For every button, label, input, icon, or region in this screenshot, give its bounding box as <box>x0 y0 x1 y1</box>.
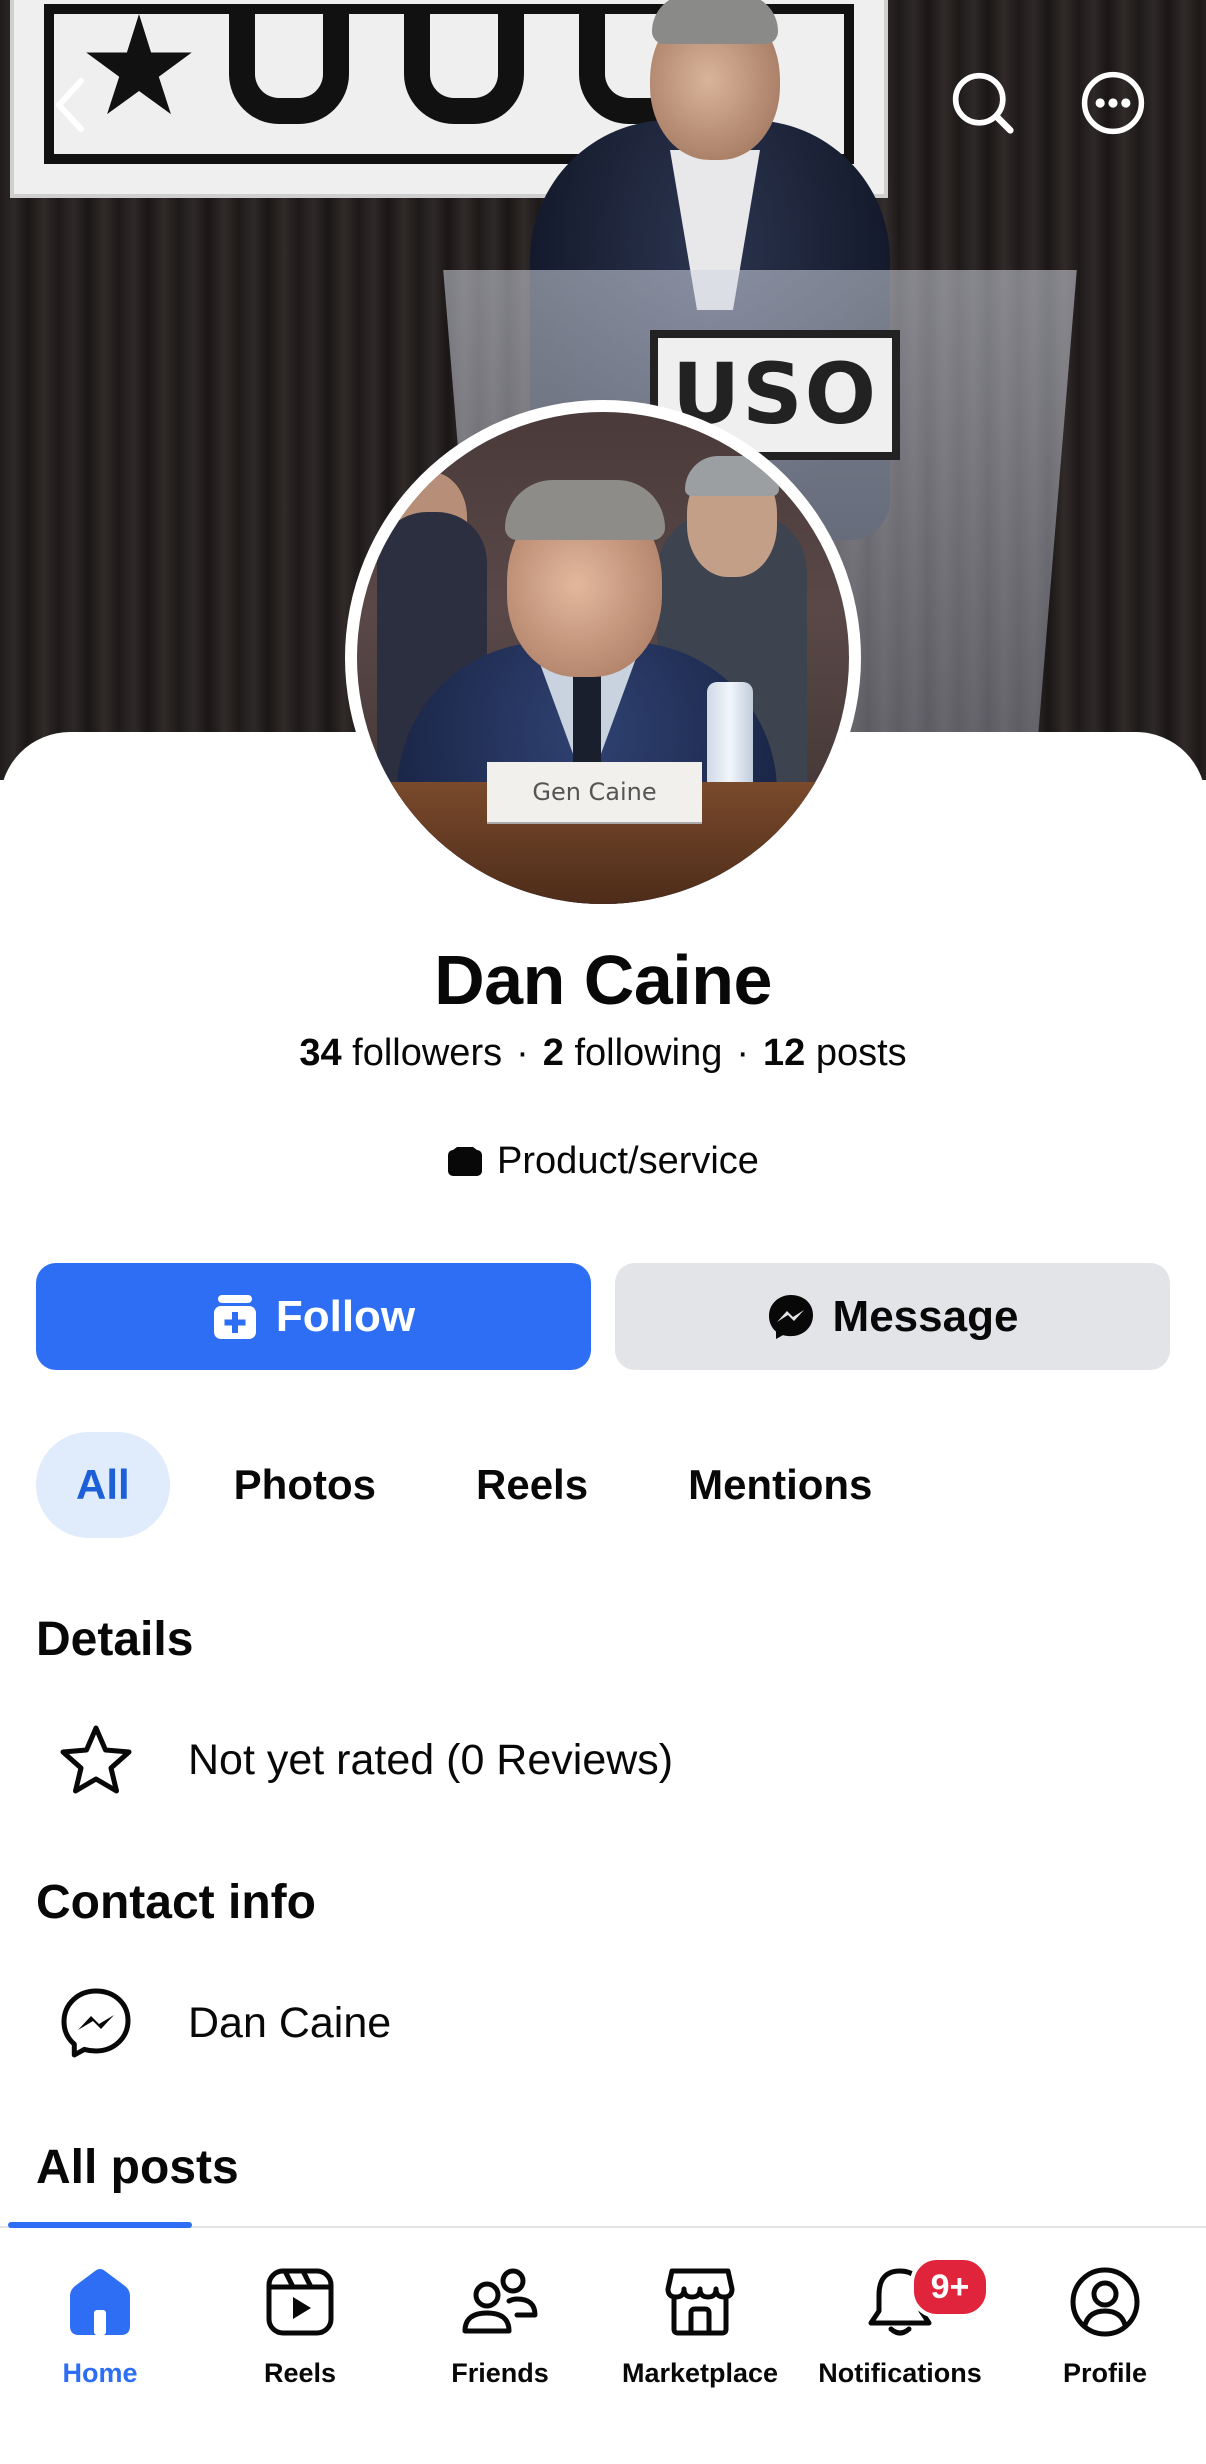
tab-reels-label: Reels <box>263 2358 337 2388</box>
messenger-contact-name: Dan Caine <box>188 1998 392 2047</box>
tab-profile-label: Profile <box>1062 2358 1148 2388</box>
posts-stat[interactable]: 12 posts <box>763 1032 907 1074</box>
tab-marketplace-label: Marketplace <box>621 2358 779 2388</box>
content-filters: All Photos Reels Mentions <box>36 1432 936 1538</box>
tab-friends[interactable]: Friends <box>400 2262 600 2389</box>
message-label: Message <box>832 1291 1019 1341</box>
tab-home[interactable]: Home <box>0 2262 200 2389</box>
tab-marketplace[interactable]: Marketplace <box>600 2262 800 2389</box>
messenger-contact-row[interactable]: Dan Caine <box>56 1983 391 2063</box>
product-icon <box>448 1146 483 1176</box>
filter-all[interactable]: All <box>36 1432 170 1538</box>
chevron-left-icon <box>56 78 84 132</box>
messenger-icon <box>768 1294 813 1339</box>
active-tab-indicator <box>8 2222 192 2228</box>
profile-picture[interactable]: Gen Caine <box>345 400 861 916</box>
follow-label: Follow <box>275 1291 416 1341</box>
back-button[interactable] <box>38 72 104 138</box>
follow-button[interactable]: Follow <box>36 1263 591 1370</box>
following-stat[interactable]: 2 following <box>543 1032 723 1074</box>
profile-category: Product/service <box>0 1140 1206 1183</box>
filter-mentions[interactable]: Mentions <box>652 1432 908 1538</box>
profile-stats: 34 followers · 2 following · 12 posts <box>299 1032 907 1074</box>
tab-reels[interactable]: Reels <box>200 2262 400 2389</box>
messenger-icon <box>61 1988 131 2058</box>
all-posts-title: All posts <box>36 2141 239 2194</box>
filter-reels[interactable]: Reels <box>440 1432 624 1538</box>
reels-icon <box>266 2268 334 2336</box>
tab-friends-label: Friends <box>451 2358 549 2388</box>
star-icon <box>60 1725 132 1794</box>
follow-icon <box>213 1294 256 1339</box>
tab-profile[interactable]: Profile <box>1005 2262 1205 2389</box>
bottom-tab-bar: Home Reels Friends Marketplace 9+ Notifi… <box>0 2222 1206 2464</box>
tab-home-label: Home <box>62 2358 138 2388</box>
search-icon <box>952 72 1014 134</box>
followers-stat[interactable]: 34 followers <box>299 1032 502 1074</box>
tab-notifications[interactable]: 9+ Notifications <box>800 2256 1000 2389</box>
more-button[interactable] <box>1080 70 1146 136</box>
nameplate: Gen Caine <box>487 762 702 822</box>
contact-info-title: Contact info <box>36 1876 316 1929</box>
friends-icon <box>462 2268 538 2334</box>
profile-name: Dan Caine <box>434 941 772 1019</box>
search-button[interactable] <box>950 70 1016 136</box>
category-label: Product/service <box>497 1140 759 1182</box>
rating-row[interactable]: Not yet rated (0 Reviews) <box>56 1720 673 1800</box>
message-button[interactable]: Message <box>615 1263 1170 1370</box>
filter-photos[interactable]: Photos <box>198 1432 412 1538</box>
marketplace-icon <box>665 2268 735 2336</box>
details-title: Details <box>36 1613 194 1666</box>
home-icon <box>70 2269 130 2335</box>
more-dots-icon <box>1081 71 1145 135</box>
notifications-badge: 9+ <box>910 2256 990 2318</box>
profile-icon <box>1070 2267 1140 2337</box>
tab-notifications-label: Notifications <box>818 2358 982 2388</box>
rating-text: Not yet rated (0 Reviews) <box>188 1735 674 1784</box>
